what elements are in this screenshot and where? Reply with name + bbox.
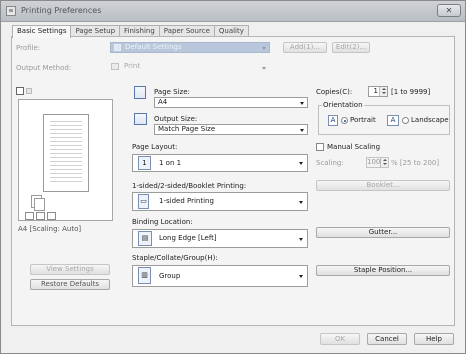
orientation-label: Orientation [322, 101, 364, 109]
copies-value: 1 [373, 87, 378, 95]
page-size-value: A4 [158, 98, 168, 106]
manual-scaling-checkbox[interactable] [316, 143, 324, 151]
title-bar[interactable]: Printing Preferences ✕ [1, 1, 465, 22]
copies-spinner[interactable]: 1 [368, 86, 388, 97]
binding-location-select[interactable]: ▤ Long Edge [Left] [132, 229, 308, 248]
restore-defaults-button[interactable]: Restore Defaults [30, 279, 110, 290]
preview-toggle-icon[interactable] [16, 87, 24, 95]
tab-basic-settings[interactable]: Basic Settings [12, 25, 72, 38]
ok-button[interactable]: OK [320, 333, 360, 345]
landscape-icon: A [387, 115, 399, 126]
scaling-range: % [25 to 200] [391, 159, 440, 167]
copies-label: Copies(C): [316, 88, 353, 96]
output-size-select[interactable]: Match Page Size [154, 124, 308, 135]
profile-add-button[interactable]: Add(1)... [283, 42, 327, 53]
output-method-dropdown-arrow[interactable] [262, 67, 266, 70]
page-preview [18, 99, 113, 221]
one-sided-icon: ▭ [138, 194, 149, 209]
profile-combo[interactable]: Default Settings [110, 42, 270, 53]
printing-mode-label: 1-sided/2-sided/Booklet Printing: [132, 182, 247, 190]
landscape-label: Landscape [411, 116, 449, 124]
staple-label: Staple/Collate/Group(H): [132, 254, 218, 262]
portrait-icon: A [328, 115, 338, 126]
scaling-value: 100 [367, 158, 381, 166]
printing-preferences-window: Printing Preferences ✕ Basic Settings Pa… [0, 0, 466, 354]
copies-range: [1 to 9999] [391, 88, 431, 96]
view-settings-button[interactable]: View Settings [30, 264, 110, 275]
page-thumbnail [43, 114, 89, 192]
binding-edge-icon: ▤ [138, 231, 152, 246]
printer-icon [6, 6, 16, 16]
help-button[interactable]: Help [414, 333, 454, 345]
output-method-label: Output Method: [16, 64, 72, 72]
close-button[interactable]: ✕ [437, 4, 461, 17]
binding-location-value: Long Edge [Left] [159, 234, 217, 242]
staple-position-button[interactable]: Staple Position... [316, 265, 450, 276]
staple-select[interactable]: ▥ Group [132, 265, 308, 287]
portrait-radio[interactable] [341, 117, 348, 124]
preview-caption: A4 [Scaling: Auto] [18, 225, 82, 233]
printing-mode-value: 1-sided Printing [159, 197, 214, 205]
scaling-spinner[interactable]: 100 [366, 157, 389, 168]
output-method-value: Print [124, 62, 141, 70]
preview-tool-icon-1[interactable] [25, 212, 34, 220]
profile-value: Default Settings [125, 43, 182, 51]
staple-value: Group [159, 272, 181, 280]
booklet-button[interactable]: Booklet... [316, 180, 450, 191]
preview-alt-icon[interactable] [26, 88, 32, 94]
manual-scaling-label: Manual Scaling [327, 143, 381, 151]
page-layout-icon: 1 [138, 156, 151, 170]
dialog-footer: OK Cancel Help [1, 327, 465, 354]
profile-icon [114, 44, 121, 51]
printing-mode-select[interactable]: ▭ 1-sided Printing [132, 192, 308, 211]
cancel-button[interactable]: Cancel [367, 333, 407, 345]
page-layout-label: Page Layout: [132, 143, 178, 151]
preview-tool-icon-2[interactable] [36, 212, 45, 220]
page-size-select[interactable]: A4 [154, 97, 308, 108]
basic-settings-panel: Profile: Default Settings Add(1)... Edit… [11, 36, 455, 326]
page-size-icon [134, 86, 146, 99]
group-icon: ▥ [138, 267, 151, 284]
stack-icon-back [34, 198, 45, 211]
page-layout-value: 1 on 1 [159, 159, 182, 167]
profile-dropdown-arrow[interactable] [262, 47, 266, 50]
portrait-label: Portrait [350, 116, 376, 124]
output-method-combo[interactable]: Print [110, 62, 270, 73]
scaling-label: Scaling: [316, 159, 344, 167]
window-title: Printing Preferences [21, 6, 102, 15]
page-size-label: Page Size: [154, 88, 190, 96]
preview-tool-icon-3[interactable] [47, 212, 56, 220]
page-layout-select[interactable]: 1 1 on 1 [132, 154, 308, 172]
landscape-radio[interactable] [402, 117, 409, 124]
profile-label: Profile: [16, 44, 41, 52]
gutter-button[interactable]: Gutter... [316, 227, 450, 238]
output-size-label: Output Size: [154, 115, 198, 123]
profile-edit-button[interactable]: Edit(2)... [332, 42, 370, 53]
output-size-icon [134, 113, 147, 125]
output-size-value: Match Page Size [158, 125, 216, 133]
binding-location-label: Binding Location: [132, 218, 193, 226]
print-icon [111, 63, 119, 70]
